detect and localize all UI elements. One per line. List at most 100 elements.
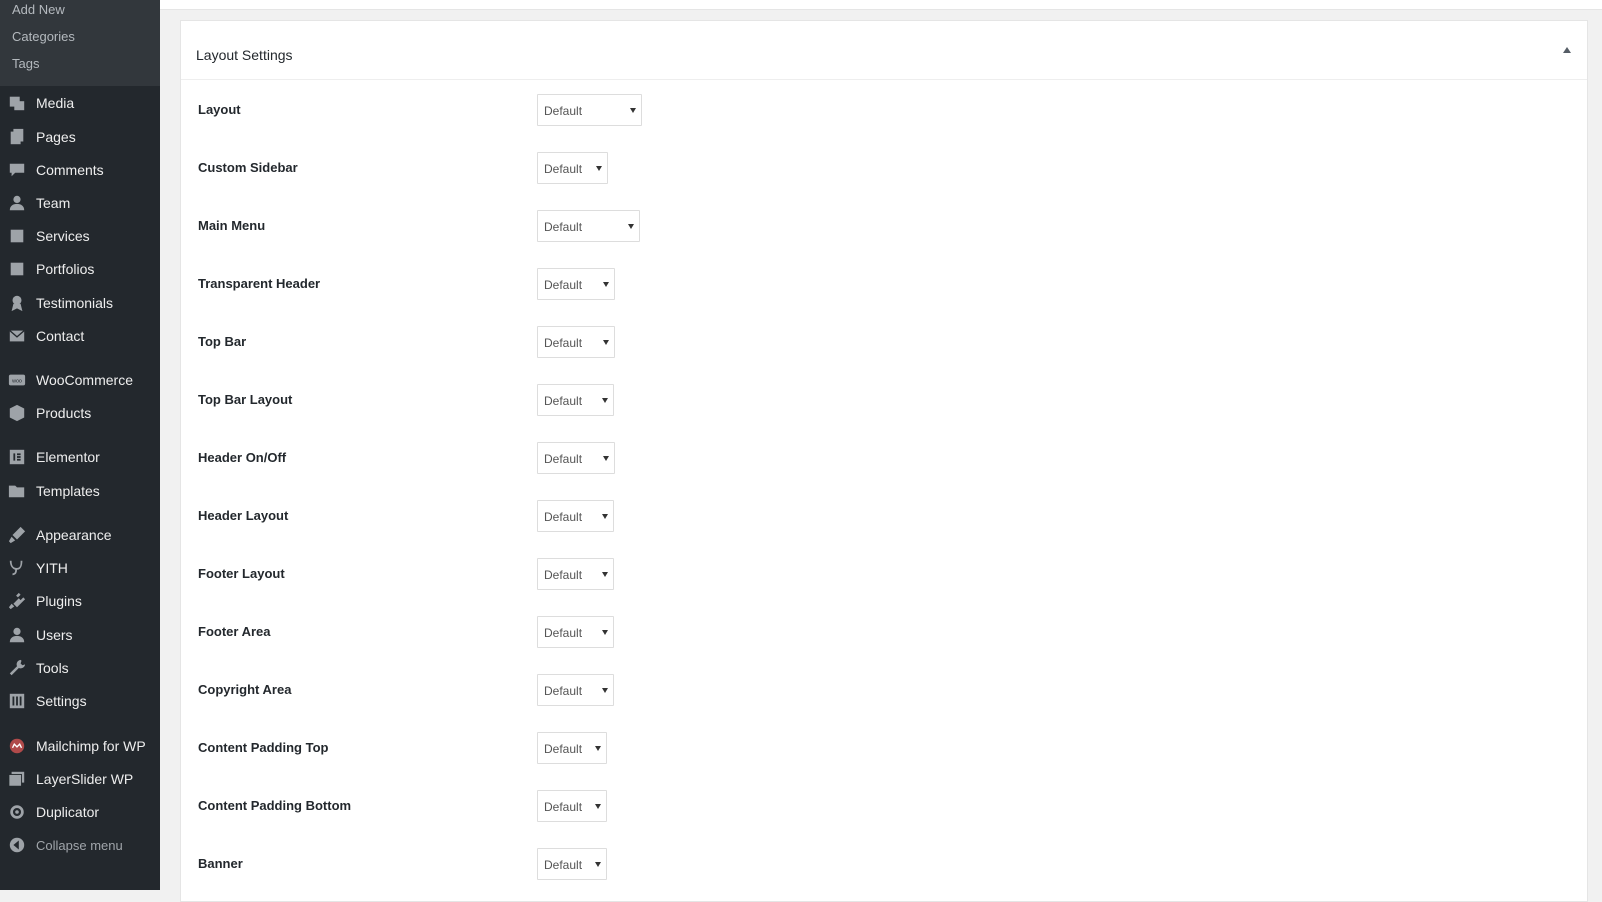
elementor-icon bbox=[8, 448, 26, 466]
sidebar-item-label: Settings bbox=[36, 693, 87, 709]
submenu-tags[interactable]: Tags bbox=[12, 56, 39, 71]
setting-row-content-padding-top: Content Padding Top Default bbox=[198, 732, 1498, 766]
pages-icon bbox=[8, 128, 26, 146]
sidebar-item-contact[interactable]: Contact bbox=[0, 321, 160, 351]
setting-row-top-bar: Top Bar Default bbox=[198, 326, 1498, 360]
sidebar-item-label: Elementor bbox=[36, 449, 100, 465]
top-bar-select[interactable]: Default bbox=[537, 326, 615, 358]
sidebar-item-pages[interactable]: Pages bbox=[0, 122, 160, 152]
setting-label: Header On/Off bbox=[198, 450, 287, 465]
copyright-area-select[interactable]: Default bbox=[537, 674, 614, 706]
sidebar-item-label: Pages bbox=[36, 129, 76, 145]
sidebar-item-templates[interactable]: Templates bbox=[0, 476, 160, 506]
duplicator-icon bbox=[8, 803, 26, 821]
footer-layout-select[interactable]: Default bbox=[537, 558, 614, 590]
custom-sidebar-select[interactable]: Default bbox=[537, 152, 608, 184]
dropdown-arrow-icon bbox=[602, 630, 608, 635]
users-icon bbox=[8, 626, 26, 644]
sidebar-item-label: Tools bbox=[36, 660, 69, 676]
mailchimp-icon bbox=[8, 737, 26, 755]
main-menu-select[interactable]: Default bbox=[537, 210, 640, 242]
templates-icon bbox=[8, 482, 26, 500]
dropdown-arrow-icon bbox=[630, 108, 636, 113]
setting-label: Layout bbox=[198, 102, 241, 117]
postbox-header[interactable]: Layout Settings bbox=[181, 21, 1587, 80]
header-layout-select[interactable]: Default bbox=[537, 500, 614, 532]
submenu-categories[interactable]: Categories bbox=[12, 29, 75, 44]
comments-icon bbox=[8, 161, 26, 179]
content-padding-bottom-select[interactable]: Default bbox=[537, 790, 607, 822]
dropdown-arrow-icon bbox=[602, 398, 608, 403]
footer-area-select[interactable]: Default bbox=[537, 616, 614, 648]
setting-row-main-menu: Main Menu Default bbox=[198, 210, 1498, 244]
sidebar-item-mailchimp[interactable]: Mailchimp for WP bbox=[0, 731, 160, 761]
admin-sidebar: Add New Categories Tags Media Pages Comm… bbox=[0, 0, 160, 890]
sidebar-item-testimonials[interactable]: Testimonials bbox=[0, 288, 160, 318]
sidebar-item-duplicator[interactable]: Duplicator bbox=[0, 797, 160, 827]
sidebar-item-appearance[interactable]: Appearance bbox=[0, 520, 160, 550]
sidebar-item-label: Plugins bbox=[36, 593, 82, 609]
setting-label: Main Menu bbox=[198, 218, 266, 233]
transparent-header-select[interactable]: Default bbox=[537, 268, 615, 300]
sidebar-item-comments[interactable]: Comments bbox=[0, 155, 160, 185]
sidebar-item-woocommerce[interactable]: woo WooCommerce bbox=[0, 365, 160, 395]
team-icon bbox=[8, 194, 26, 212]
appearance-icon bbox=[8, 526, 26, 544]
sidebar-item-label: Team bbox=[36, 195, 71, 211]
setting-row-content-padding-bottom: Content Padding Bottom Default bbox=[198, 790, 1498, 824]
sidebar-item-plugins[interactable]: Plugins bbox=[0, 586, 160, 616]
dropdown-arrow-icon bbox=[595, 862, 601, 867]
select-value: Default bbox=[544, 278, 583, 292]
select-value: Default bbox=[544, 336, 583, 350]
sidebar-item-label: Users bbox=[36, 627, 73, 643]
submenu-add-new[interactable]: Add New bbox=[12, 2, 65, 17]
yith-icon bbox=[8, 559, 26, 577]
sidebar-item-services[interactable]: Services bbox=[0, 221, 160, 251]
layerslider-icon bbox=[8, 770, 26, 788]
sidebar-item-team[interactable]: Team bbox=[0, 188, 160, 218]
sidebar-item-settings[interactable]: Settings bbox=[0, 686, 160, 716]
toggle-arrow-icon[interactable] bbox=[1563, 47, 1571, 53]
setting-row-copyright-area: Copyright Area Default bbox=[198, 674, 1498, 708]
setting-label: Content Padding Bottom bbox=[198, 798, 352, 813]
sidebar-item-layerslider[interactable]: LayerSlider WP bbox=[0, 764, 160, 794]
content-padding-top-select[interactable]: Default bbox=[537, 732, 607, 764]
select-value: Default bbox=[544, 104, 583, 118]
sidebar-item-yith[interactable]: YITH bbox=[0, 553, 160, 583]
testimonials-icon bbox=[8, 294, 26, 312]
dropdown-arrow-icon bbox=[596, 166, 602, 171]
select-value: Default bbox=[544, 220, 583, 234]
banner-select[interactable]: Default bbox=[537, 848, 607, 880]
select-value: Default bbox=[544, 568, 583, 582]
select-value: Default bbox=[544, 626, 583, 640]
setting-row-header-on-off: Header On/Off Default bbox=[198, 442, 1498, 476]
postbox-title: Layout Settings bbox=[196, 47, 293, 63]
setting-label: Footer Area bbox=[198, 624, 271, 639]
top-bar-layout-select[interactable]: Default bbox=[537, 384, 614, 416]
collapse-arrow-icon bbox=[8, 836, 26, 854]
sidebar-item-label: Media bbox=[36, 95, 75, 111]
layout-select[interactable]: Default bbox=[537, 94, 642, 126]
products-icon bbox=[8, 404, 26, 422]
collapse-menu-button[interactable]: Collapse menu bbox=[0, 830, 160, 860]
layout-settings-box: Layout Settings Layout Default Custom Si… bbox=[180, 20, 1588, 902]
sidebar-item-elementor[interactable]: Elementor bbox=[0, 442, 160, 472]
dropdown-arrow-icon bbox=[602, 572, 608, 577]
dropdown-arrow-icon bbox=[603, 456, 609, 461]
sidebar-item-media[interactable]: Media bbox=[0, 88, 160, 118]
sidebar-item-tools[interactable]: Tools bbox=[0, 653, 160, 683]
sidebar-item-label: Duplicator bbox=[36, 804, 100, 820]
sidebar-item-label: Appearance bbox=[36, 527, 112, 543]
svg-text:woo: woo bbox=[11, 378, 22, 384]
setting-label: Transparent Header bbox=[198, 276, 321, 291]
setting-label: Top Bar Layout bbox=[198, 392, 293, 407]
sidebar-item-label: Testimonials bbox=[36, 295, 114, 311]
setting-label: Copyright Area bbox=[198, 682, 292, 697]
sidebar-item-users[interactable]: Users bbox=[0, 620, 160, 650]
plugins-icon bbox=[8, 592, 26, 610]
dropdown-arrow-icon bbox=[602, 688, 608, 693]
sidebar-item-portfolios[interactable]: Portfolios bbox=[0, 254, 160, 284]
setting-row-footer-area: Footer Area Default bbox=[198, 616, 1498, 650]
sidebar-item-products[interactable]: Products bbox=[0, 398, 160, 428]
header-on-off-select[interactable]: Default bbox=[537, 442, 615, 474]
